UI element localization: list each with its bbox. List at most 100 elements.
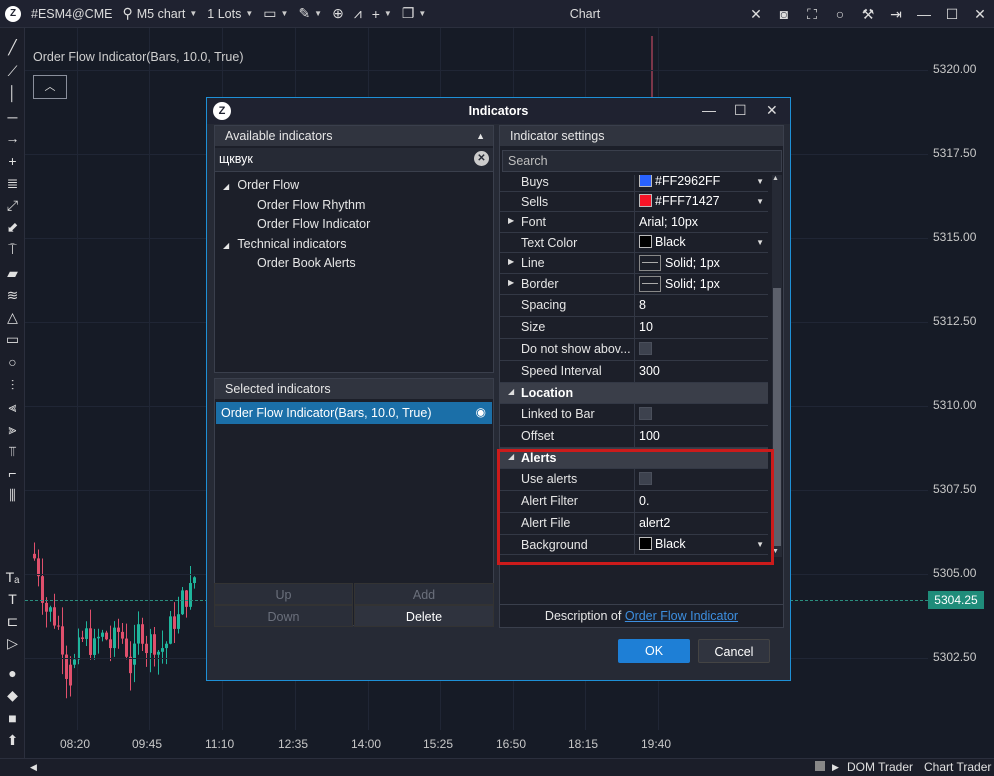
maximize-icon[interactable]: ☐	[938, 6, 966, 23]
up-arrow-icon[interactable]: ⬆	[2, 731, 23, 749]
scroll-right-icon[interactable]: ▶	[832, 762, 839, 773]
indicator-label[interactable]: Order Flow Indicator(Bars, 10.0, True)	[33, 50, 244, 64]
dropdown-arrow-icon[interactable]: ▼	[756, 192, 764, 211]
price-axis[interactable]: 5320.00 5317.50 5315.00 5312.50 5310.00 5307.…	[928, 28, 994, 730]
text-size-icon[interactable]: Tₐ	[2, 568, 23, 586]
property-row[interactable]: Offset 100	[500, 426, 768, 448]
channel-icon[interactable]: ≋	[2, 286, 23, 304]
arrow-icon[interactable]: →	[2, 129, 23, 147]
crosshair-icon[interactable]: ✕	[742, 6, 770, 23]
property-row[interactable]: Text Color Black ▼	[500, 233, 768, 253]
tree-item[interactable]: ◢ Technical indicators	[223, 237, 346, 251]
property-value[interactable]	[634, 404, 768, 425]
ruler-icon[interactable]: ▰	[2, 264, 23, 282]
clear-search-icon[interactable]: ✕	[474, 151, 489, 166]
dot-icon[interactable]: ●	[2, 664, 23, 682]
camera-icon[interactable]: ◙	[770, 6, 798, 22]
steps-icon[interactable]: ⌐	[2, 464, 23, 482]
close-icon[interactable]: ✕	[966, 6, 994, 23]
add-button[interactable]: + ▼	[367, 0, 397, 28]
chart-type-button[interactable]: ▭ ▼	[258, 0, 293, 28]
tree-item[interactable]: Order Flow Indicator	[257, 217, 370, 231]
ellipse-icon[interactable]: ○	[2, 353, 23, 371]
property-row[interactable]: Buys #FF2962FF ▼	[500, 175, 768, 192]
expand-arrow-icon[interactable]: ▶	[508, 278, 514, 287]
time-axis[interactable]: 08:20 09:45 11:10 12:35 14:00 15:25 16:50 18:15…	[25, 730, 928, 758]
indicators-button[interactable]: ⩘	[349, 0, 367, 28]
property-value[interactable]: Solid; 1px	[634, 253, 768, 273]
down-button[interactable]: Down	[214, 605, 353, 627]
property-value[interactable]: Arial; 10px	[634, 212, 768, 232]
description-link[interactable]: Order Flow Indicator	[625, 609, 738, 623]
path-icon[interactable]: ⤢	[2, 196, 23, 214]
volume-profile-icon[interactable]: ⫷	[2, 398, 23, 416]
pitchfork-icon[interactable]: ⫪	[2, 442, 23, 460]
selected-indicator-item[interactable]: Order Flow Indicator(Bars, 10.0, True) ◉	[216, 402, 492, 424]
property-value[interactable]: Black ▼	[634, 233, 768, 252]
property-value[interactable]	[634, 339, 768, 360]
pin-icon[interactable]: ⇥	[882, 6, 910, 23]
diamond-icon[interactable]: ◆	[2, 686, 23, 704]
zoom-button[interactable]: ⊕	[327, 0, 349, 28]
scroll-thumb[interactable]	[815, 761, 825, 771]
drawing-tools-button[interactable]: ✎ ▼	[293, 0, 327, 28]
cancel-button[interactable]: Cancel	[698, 639, 770, 663]
expand-arrow-icon[interactable]: ◢	[223, 241, 231, 250]
tree-item[interactable]: ◢ Order Flow	[223, 178, 299, 192]
dropdown-arrow-icon[interactable]: ▼	[756, 175, 764, 191]
ray-tool-icon[interactable]: ⟋	[2, 62, 23, 80]
property-value[interactable]: 8	[634, 295, 768, 316]
dropdown-arrow-icon[interactable]: ▼	[756, 233, 764, 252]
eye-icon[interactable]: ◉	[476, 405, 486, 419]
vertical-line-icon[interactable]: │	[2, 84, 23, 102]
close-icon[interactable]: ✕	[766, 102, 778, 119]
histogram-icon[interactable]: ⫶	[2, 376, 23, 394]
tree-item[interactable]: Order Book Alerts	[257, 256, 356, 270]
expand-arrow-icon[interactable]: ▶	[508, 216, 514, 225]
property-value[interactable]: Solid; 1px	[634, 274, 768, 294]
dialog-titlebar[interactable]: Z Indicators — ☐ ✕	[207, 98, 790, 124]
property-row[interactable]: ▶ Font Arial; 10px	[500, 212, 768, 233]
scroll-thumb[interactable]	[773, 288, 781, 546]
scroll-left-icon[interactable]: ◀	[30, 762, 37, 773]
property-row[interactable]: Spacing 8	[500, 295, 768, 317]
property-row[interactable]: Linked to Bar	[500, 404, 768, 426]
rectangle-icon[interactable]: ▭	[2, 330, 23, 348]
available-indicators-header[interactable]: Available indicators ▲	[215, 126, 493, 146]
property-row[interactable]: ◢ Location	[500, 383, 768, 404]
settings-icon[interactable]: ⚒	[854, 6, 882, 23]
collapse-button[interactable]: ︿	[33, 75, 67, 99]
expand-arrow-icon[interactable]: ◢	[223, 182, 231, 191]
property-value[interactable]: #FF2962FF ▼	[634, 175, 768, 191]
label-icon[interactable]: ⊏	[2, 612, 23, 630]
add-button[interactable]: Add	[354, 583, 494, 605]
triangle-icon[interactable]: △	[2, 308, 23, 326]
property-value[interactable]: #FFF71427 ▼	[634, 192, 768, 211]
timeframe-selector[interactable]: ⚲ M5 chart ▼	[117, 0, 202, 28]
tree-item[interactable]: Order Flow Rhythm	[257, 198, 365, 212]
fullscreen-icon[interactable]: ⛶	[798, 6, 826, 23]
fib-icon[interactable]: ≣	[2, 174, 23, 192]
maximize-icon[interactable]: ☐	[734, 102, 747, 119]
square-icon[interactable]: ■	[2, 709, 23, 727]
app-logo-icon[interactable]: Z	[0, 0, 26, 28]
indicator-search-field[interactable]: щквук ✕	[215, 148, 493, 172]
property-value[interactable]: 100	[634, 426, 768, 447]
checkbox[interactable]	[639, 407, 652, 420]
property-row[interactable]: Sells #FFF71427 ▼	[500, 192, 768, 212]
delete-button[interactable]: Delete	[354, 605, 494, 627]
crosshair-icon[interactable]: +	[2, 152, 23, 170]
checkbox[interactable]	[639, 342, 652, 355]
property-value[interactable]: 300	[634, 361, 768, 382]
minimize-icon[interactable]: —	[702, 102, 716, 118]
property-row[interactable]: Speed Interval 300	[500, 361, 768, 383]
text-icon[interactable]: T	[2, 590, 23, 608]
property-row[interactable]: Size 10	[500, 317, 768, 339]
up-button[interactable]: Up	[214, 583, 353, 605]
brush-icon[interactable]: ⬋	[2, 218, 23, 236]
collapse-arrow-icon[interactable]: ◢	[508, 387, 514, 396]
levels-icon[interactable]: ⫸	[2, 420, 23, 438]
callout-icon[interactable]: ▷	[2, 634, 23, 652]
symbol-selector[interactable]: #ESM4@CME	[26, 0, 117, 28]
circle-icon[interactable]: ○	[826, 6, 854, 22]
